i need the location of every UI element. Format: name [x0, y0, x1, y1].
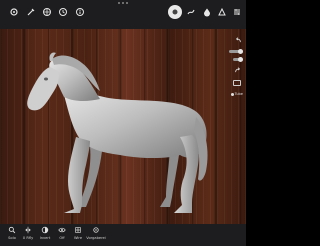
- defaults-button[interactable]: Vorgaberei: [84, 226, 108, 245]
- brush-size-slider[interactable]: [229, 49, 243, 54]
- bottom-toolbar: Solo X Rfly Invert Off Wire Vorgaberei: [0, 224, 246, 246]
- eye-icon: [58, 227, 66, 233]
- tube-label: Tube: [234, 92, 243, 96]
- mirror-icon: [25, 226, 31, 234]
- mirror-button[interactable]: X Rfly: [19, 226, 37, 245]
- horse-sculpt-model[interactable]: [20, 47, 220, 217]
- horse-head: [27, 67, 59, 111]
- invert-label: Invert: [39, 236, 51, 240]
- sculpt-brush-icon[interactable]: [168, 5, 182, 19]
- tool-settings-icon[interactable]: [231, 6, 243, 18]
- undo-icon[interactable]: [233, 36, 243, 44]
- cube-icon[interactable]: [233, 80, 241, 86]
- sculpting-app: Tube Solo X Rfly Invert Off Wire Vorgabe…: [0, 0, 246, 246]
- curve-icon[interactable]: [216, 6, 228, 18]
- mirror-label: X Rfly: [22, 236, 34, 240]
- right-side-panel: Tube: [229, 36, 244, 106]
- search-icon: [8, 226, 16, 234]
- brush-intensity-slider[interactable]: [233, 57, 243, 62]
- drag-handle[interactable]: [117, 2, 129, 5]
- invert-icon: [41, 226, 49, 234]
- defaults-label: Vorgaberei: [86, 236, 106, 240]
- wire-icon: [75, 227, 81, 233]
- off-label: Off: [59, 236, 65, 240]
- info-icon[interactable]: [74, 6, 86, 18]
- material-icon[interactable]: [201, 6, 213, 18]
- settings-icon: [93, 227, 99, 233]
- viewport[interactable]: [0, 29, 246, 224]
- tube-toggle-dot: [230, 92, 234, 96]
- wire-label: Wire: [73, 236, 83, 240]
- solo-label: Solo: [8, 236, 16, 240]
- tube-toggle[interactable]: Tube: [230, 92, 243, 96]
- grid-icon[interactable]: [41, 6, 53, 18]
- redo-icon[interactable]: [233, 66, 243, 74]
- gear-icon[interactable]: [8, 6, 20, 18]
- stroke-icon[interactable]: [185, 6, 197, 18]
- horse-eye: [44, 77, 48, 81]
- tools-icon[interactable]: [25, 6, 37, 18]
- invert-button[interactable]: Invert: [36, 226, 54, 245]
- history-icon[interactable]: [57, 6, 69, 18]
- top-toolbar: [0, 0, 246, 29]
